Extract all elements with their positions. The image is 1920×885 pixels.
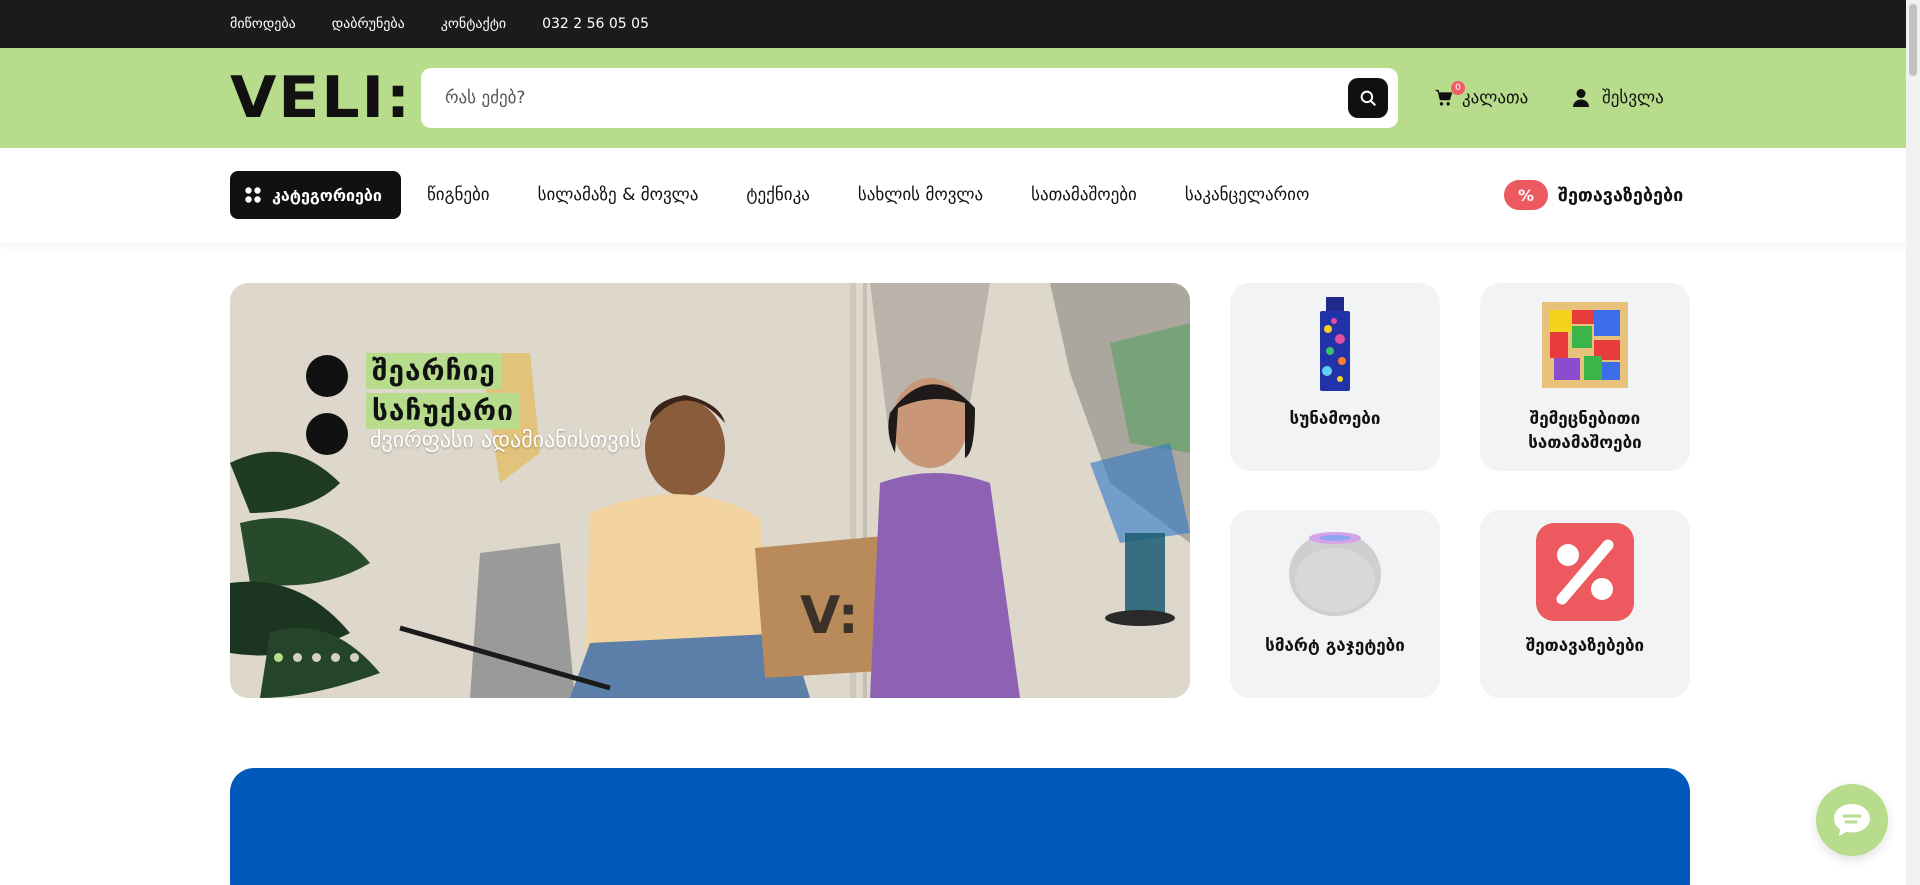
login-label: შესვლა	[1602, 88, 1664, 108]
top-link-contact[interactable]: კონტაქტი	[441, 16, 506, 32]
search-icon	[1360, 90, 1376, 106]
carousel-dot[interactable]	[312, 653, 321, 662]
page-scrollbar[interactable]	[1906, 0, 1920, 885]
categories-button[interactable]: კატეგორიები	[230, 171, 401, 219]
box-logo: V:	[800, 586, 859, 646]
header: VELI: 0 კალათა შესვლა	[0, 48, 1920, 148]
tile-offers[interactable]: შეთავაზებები	[1480, 510, 1690, 698]
cart-count-badge: 0	[1451, 81, 1465, 95]
chat-button[interactable]	[1816, 784, 1888, 856]
carousel-dot[interactable]	[350, 653, 359, 662]
top-link-delivery[interactable]: მიწოდება	[230, 16, 296, 32]
hero-banner[interactable]: V: შეარჩიე საჩუქარი ძვირფასი ადამიანისთვ…	[230, 283, 1190, 698]
top-links: მიწოდება დაბრუნება კონტაქტი 032 2 56 05 …	[230, 0, 649, 48]
tile-label: შემეცნებითი სათამაშოები	[1528, 409, 1642, 453]
carousel-dot[interactable]	[331, 653, 340, 662]
nav-item-books[interactable]: წიგნები	[427, 185, 490, 205]
tile-educational-toys[interactable]: შემეცნებითი სათამაშოები	[1480, 283, 1690, 471]
carousel-dots	[274, 653, 359, 662]
tile-perfumes[interactable]: სუნამოები	[1230, 283, 1440, 471]
carousel-dot[interactable]	[293, 653, 302, 662]
nav-item-beauty[interactable]: სილამაზე & მოვლა	[538, 185, 699, 205]
login-button[interactable]: შესვლა	[1572, 84, 1664, 112]
chat-bubble-icon	[1834, 804, 1870, 836]
perfume-icon	[1285, 295, 1385, 395]
nav-item-stationery[interactable]: საკანცელარიო	[1185, 185, 1309, 205]
tile-smart-gadgets[interactable]: სმარტ გაჯეტები	[1230, 510, 1440, 698]
tile-label: შეთავაზებები	[1525, 636, 1645, 656]
hero-photo: V:	[230, 283, 1190, 698]
hero-title: შეარჩიე საჩუქარი	[366, 353, 520, 433]
top-link-returns[interactable]: დაბრუნება	[332, 16, 405, 32]
discount-icon	[1535, 522, 1635, 622]
search-input[interactable]	[445, 68, 1325, 128]
user-icon	[1573, 89, 1589, 107]
hero-title-line2: საჩუქარი	[366, 393, 520, 429]
nav-items: წიგნები სილამაზე & მოვლა ტექნიკა სახლის …	[427, 171, 1309, 219]
offers-link[interactable]: % შეთავაზებები	[1504, 180, 1683, 210]
smart-speaker-icon	[1285, 522, 1385, 622]
hero-title-line1: შეარჩიე	[366, 353, 502, 389]
hero-subtitle: ძვირფასი ადამიანისთვის	[370, 428, 642, 453]
search-button[interactable]	[1348, 78, 1388, 118]
tile-label: სუნამოები	[1289, 409, 1381, 429]
cart-label: კალათა	[1462, 88, 1529, 108]
nav-item-tech[interactable]: ტექნიკა	[746, 185, 809, 205]
site-logo[interactable]: VELI:	[230, 70, 412, 127]
puzzle-icon	[1535, 295, 1635, 395]
cart-button[interactable]: 0 კალათა	[1434, 81, 1529, 112]
discount-badge: %	[1504, 180, 1548, 210]
tile-label: სმარტ გაჯეტები	[1265, 636, 1405, 656]
categories-label: კატეგორიები	[272, 185, 382, 205]
top-bar: მიწოდება დაბრუნება კონტაქტი 032 2 56 05 …	[0, 0, 1920, 48]
promo-banner[interactable]	[230, 768, 1690, 885]
category-nav: კატეგორიები წიგნები სილამაზე & მოვლა ტექ…	[0, 148, 1920, 242]
top-link-phone[interactable]: 032 2 56 05 05	[542, 16, 649, 32]
nav-item-toys[interactable]: სათამაშოები	[1031, 185, 1137, 205]
grid-dots-icon	[245, 187, 261, 203]
scrollbar-thumb[interactable]	[1909, 4, 1917, 76]
nav-item-home-care[interactable]: სახლის მოვლა	[858, 185, 983, 205]
search-bar	[421, 68, 1398, 128]
offers-label: შეთავაზებები	[1558, 184, 1684, 206]
carousel-dot[interactable]	[274, 653, 283, 662]
